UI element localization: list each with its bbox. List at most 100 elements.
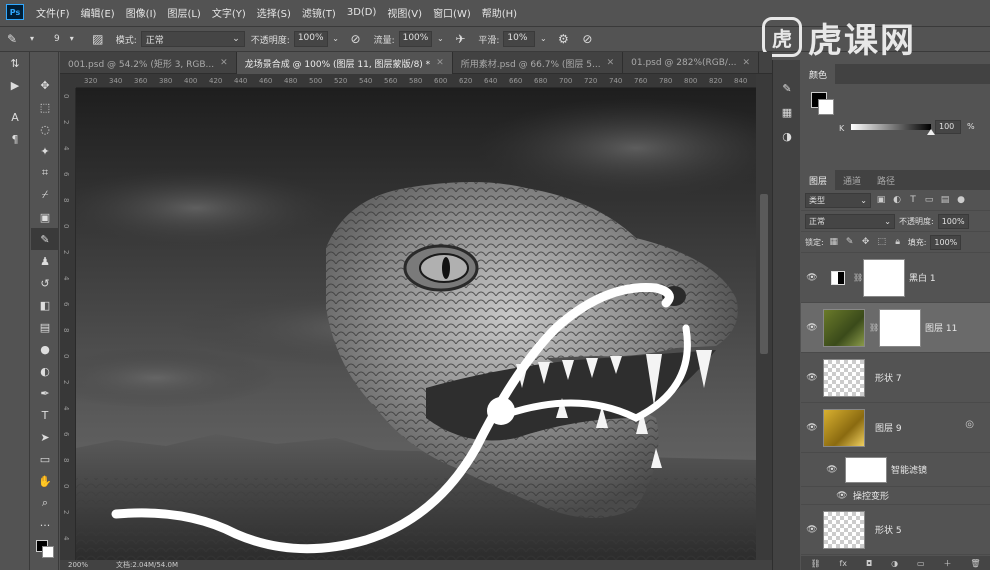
tab-document-3[interactable]: 所用素材.psd @ 66.7% (图层 5... ✕ xyxy=(453,52,624,74)
pressure-size-icon[interactable]: ⊘ xyxy=(579,31,595,47)
fx-icon[interactable]: fx xyxy=(839,559,847,568)
path-select-tool-icon[interactable]: ➤ xyxy=(31,426,59,448)
shape-filter-icon[interactable]: ▭ xyxy=(923,195,935,205)
layer-name[interactable]: 智能滤镜 xyxy=(891,463,927,476)
filter-toggle-icon[interactable]: ● xyxy=(955,195,967,205)
layer-row[interactable]: 👁︎ 形状 7 xyxy=(801,353,990,403)
chevron-down-icon[interactable]: ▾ xyxy=(68,31,76,47)
group-icon[interactable]: ▭ xyxy=(917,559,925,568)
link-icon[interactable]: ⛓︎ xyxy=(810,559,820,568)
mode-select[interactable]: 正常 ⌄ xyxy=(140,31,245,47)
menu-select[interactable]: 选择(S) xyxy=(257,5,291,20)
visibility-eye-icon[interactable]: 👁︎ xyxy=(801,525,823,535)
visibility-eye-icon[interactable]: 👁︎ xyxy=(821,465,843,475)
trash-icon[interactable]: 🗑︎ xyxy=(970,559,980,568)
close-icon[interactable]: ✕ xyxy=(743,58,751,68)
lock-pixels-icon[interactable]: ✎ xyxy=(844,237,856,247)
menu-help[interactable]: 帮助(H) xyxy=(482,5,517,20)
layer-name[interactable]: 操控变形 xyxy=(853,489,889,502)
k-channel-slider[interactable] xyxy=(851,124,931,130)
move-tool-icon[interactable]: ✥ xyxy=(31,74,59,96)
layer-mask-thumbnail[interactable] xyxy=(879,308,921,347)
scrollbar-thumb[interactable] xyxy=(760,194,768,354)
menu-filter[interactable]: 滤镜(T) xyxy=(302,5,336,20)
layer-thumbnail[interactable] xyxy=(823,358,865,397)
adjustment-filter-icon[interactable]: ◐ xyxy=(891,195,903,205)
layer-thumbnail[interactable] xyxy=(823,408,865,447)
visibility-eye-icon[interactable]: 👁︎ xyxy=(801,423,823,433)
close-icon[interactable]: ✕ xyxy=(436,58,444,68)
brush-panel-icon[interactable]: ▨ xyxy=(90,31,106,47)
tab-document-4[interactable]: 01.psd @ 282%(RGB/... ✕ xyxy=(623,52,760,74)
pen-tool-icon[interactable]: ✒ xyxy=(31,382,59,404)
link-icon[interactable]: ⛓︎ xyxy=(853,273,863,282)
visibility-eye-icon[interactable]: 👁︎ xyxy=(831,491,853,501)
color-swatches[interactable] xyxy=(31,536,59,568)
background-color-swatch[interactable] xyxy=(42,546,54,558)
brush-tool-icon[interactable]: ✎ xyxy=(31,228,59,250)
menu-window[interactable]: 窗口(W) xyxy=(433,5,471,20)
brush-settings-icon[interactable]: ✎ xyxy=(773,76,801,100)
chevron-down-icon[interactable]: ▾ xyxy=(28,31,36,47)
k-channel-value[interactable]: 100 xyxy=(935,120,961,134)
chevron-down-icon[interactable]: ⌄ xyxy=(539,31,547,47)
history-icon[interactable]: ⇅ xyxy=(0,52,30,74)
zoom-level[interactable]: 200% xyxy=(68,561,88,569)
vertical-scrollbar[interactable] xyxy=(756,74,772,560)
document-canvas[interactable] xyxy=(76,88,756,560)
layer-name[interactable]: 图层 11 xyxy=(925,321,957,334)
flow-field[interactable]: 100% xyxy=(398,31,433,47)
chevron-down-icon[interactable]: ⌄ xyxy=(332,31,340,47)
lock-all-icon[interactable]: 🔒︎ xyxy=(892,237,904,247)
tab-document-2[interactable]: 龙场景合成 @ 100% (图层 11, 图层蒙版/8) * ✕ xyxy=(236,52,453,74)
gradient-tool-icon[interactable]: ▤ xyxy=(31,316,59,338)
layer-row[interactable]: 👁︎ 图层 9 ◎ xyxy=(801,403,990,453)
layer-row[interactable]: 👁︎ ⛓︎ 图层 11 xyxy=(801,303,990,353)
filter-mask-thumbnail[interactable] xyxy=(845,456,887,483)
menu-3d[interactable]: 3D(D) xyxy=(347,7,377,18)
fill-field[interactable]: 100% xyxy=(930,234,962,250)
lock-transparent-icon[interactable]: ▦ xyxy=(828,237,840,247)
menu-layer[interactable]: 图层(L) xyxy=(167,5,200,20)
close-icon[interactable]: ✕ xyxy=(607,58,615,68)
menu-image[interactable]: 图像(I) xyxy=(126,5,157,20)
layer-thumbnail[interactable] xyxy=(823,510,865,549)
history-brush-tool-icon[interactable]: ↺ xyxy=(31,272,59,294)
adjustment-icon[interactable]: ◑ xyxy=(891,559,898,568)
mask-icon[interactable]: ◘ xyxy=(866,559,872,568)
lock-position-icon[interactable]: ✥ xyxy=(860,237,872,247)
chevron-down-icon[interactable]: ⌄ xyxy=(436,31,444,47)
tab-layers[interactable]: 图层 xyxy=(801,170,836,190)
paragraph-panel-icon[interactable]: ¶ xyxy=(0,128,30,150)
tab-channels[interactable]: 通道 xyxy=(835,170,869,190)
shape-tool-icon[interactable]: ▭ xyxy=(31,448,59,470)
marquee-tool-icon[interactable]: ⬚ xyxy=(31,96,59,118)
blend-mode-select[interactable]: 正常 ⌄ xyxy=(805,213,895,229)
link-icon[interactable]: ⛓︎ xyxy=(869,323,879,332)
layer-row-filter-item[interactable]: 👁︎ 操控变形 xyxy=(801,487,990,505)
layer-opacity-field[interactable]: 100% xyxy=(937,213,969,229)
gear-icon[interactable]: ⚙ xyxy=(555,31,571,47)
tab-color[interactable]: 颜色 xyxy=(801,64,836,84)
menu-edit[interactable]: 编辑(E) xyxy=(81,5,115,20)
airbrush-icon[interactable]: ✈ xyxy=(452,31,468,47)
tab-document-1[interactable]: 001.psd @ 54.2% (矩形 3, RGB... ✕ xyxy=(60,52,237,74)
pixel-filter-icon[interactable]: ▣ xyxy=(875,195,887,205)
layer-row[interactable]: 👁︎ ⛓︎ 黑白 1 xyxy=(801,253,990,303)
character-panel-icon[interactable]: A xyxy=(0,106,30,128)
dodge-tool-icon[interactable]: ◐ xyxy=(31,360,59,382)
visibility-eye-icon[interactable]: 👁︎ xyxy=(801,373,823,383)
pressure-opacity-icon[interactable]: ⊘ xyxy=(348,31,364,47)
crop-tool-icon[interactable]: ⌗ xyxy=(31,162,59,184)
new-layer-icon[interactable]: ＋ xyxy=(943,558,951,569)
eyedropper-tool-icon[interactable]: ⌿ xyxy=(31,184,59,206)
brush-tool-icon[interactable]: ✎ xyxy=(4,31,20,47)
magic-wand-tool-icon[interactable]: ✦ xyxy=(31,140,59,162)
more-tools-icon[interactable]: ··· xyxy=(31,514,59,536)
layer-row[interactable]: 👁︎ 形状 5 xyxy=(801,505,990,555)
tab-paths[interactable]: 路径 xyxy=(869,170,903,190)
layer-thumbnail[interactable] xyxy=(823,308,865,347)
close-icon[interactable]: ✕ xyxy=(220,58,228,68)
smart-object-filter-icon[interactable]: ▤ xyxy=(939,195,951,205)
opacity-field[interactable]: 100% xyxy=(293,31,328,47)
